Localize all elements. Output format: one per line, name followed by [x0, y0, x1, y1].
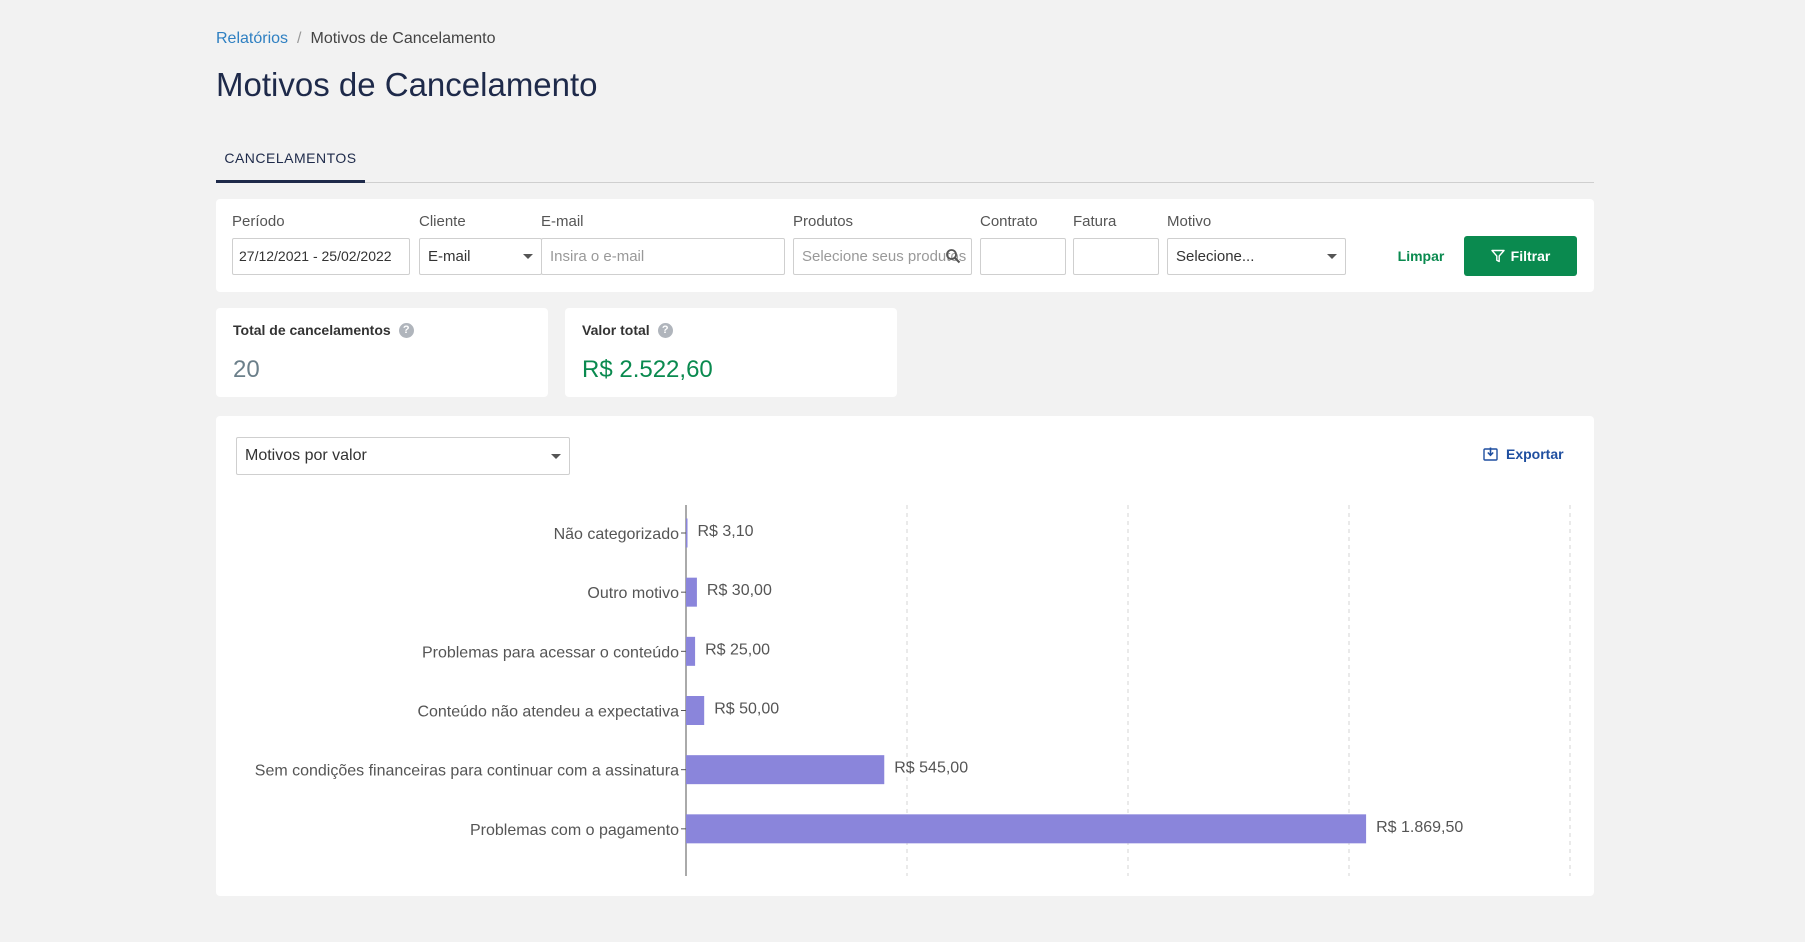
page-title: Motivos de Cancelamento [216, 66, 598, 103]
filter-button-label: Filtrar [1510, 248, 1551, 264]
filter-icon [1490, 249, 1505, 263]
bar [686, 636, 696, 666]
breadcrumb-link-relatorios[interactable]: Relatórios [216, 30, 288, 47]
metric-valor-total: Valor total ? R$ 2.522,60 [565, 308, 897, 397]
produtos-select[interactable]: Selecione seus produtos [793, 238, 972, 275]
bar [686, 696, 705, 725]
metric-total-cancelamentos: Total de cancelamentos ? 20 [216, 308, 548, 397]
category-label: Problemas com o pagamento [470, 822, 679, 839]
bar [686, 518, 688, 548]
chart-panel: Motivos por valor Exportar Não categoriz… [216, 416, 1594, 896]
help-icon[interactable]: ? [398, 322, 414, 338]
search-icon [946, 249, 961, 264]
metric-valor-label-row: Valor total ? [582, 322, 673, 338]
contrato-input[interactable] [980, 238, 1066, 275]
bar [686, 577, 697, 607]
breadcrumb-separator: / [297, 30, 302, 47]
export-icon [1483, 447, 1498, 461]
export-button[interactable]: Exportar [1483, 446, 1564, 462]
metric-total-label: Total de cancelamentos [233, 322, 391, 338]
cliente-label: Cliente [419, 213, 466, 230]
category-label: Outro motivo [587, 585, 679, 602]
category-label: Não categorizado [554, 526, 680, 543]
chevron-down-icon [551, 454, 561, 459]
produtos-label: Produtos [793, 213, 854, 230]
filter-button[interactable]: Filtrar [1464, 236, 1577, 276]
metric-valor-value: R$ 2.522,60 [582, 356, 713, 383]
bar-value-label: R$ 30,00 [707, 582, 772, 599]
produtos-placeholder: Selecione seus produtos [802, 248, 967, 265]
bar [686, 755, 885, 785]
clear-button[interactable]: Limpar [1381, 245, 1461, 267]
fatura-input[interactable] [1073, 238, 1159, 275]
bar-chart: Não categorizado R$ 3,10 Outro motivo R$ 30… [255, 505, 1571, 876]
email-input[interactable]: Insira o e-mail [541, 238, 785, 275]
chart-mode-select[interactable]: Motivos por valor [236, 437, 570, 475]
help-icon[interactable]: ? [657, 322, 673, 338]
cliente-select[interactable]: E-mail [419, 238, 542, 275]
fatura-label: Fatura [1073, 213, 1117, 230]
breadcrumb-current: Motivos de Cancelamento [310, 30, 496, 47]
bar [686, 814, 1367, 844]
bar-value-label: R$ 1.869,50 [1376, 819, 1463, 836]
filters-panel: Período 27/12/2021 - 25/02/2022 Cliente … [216, 199, 1594, 292]
chevron-down-icon [1327, 254, 1337, 259]
chart-mode-value: Motivos por valor [245, 447, 367, 464]
cliente-select-value: E-mail [428, 248, 471, 265]
bar-value-label: R$ 25,00 [705, 641, 770, 658]
export-label: Exportar [1506, 446, 1564, 462]
breadcrumb: Relatórios / Motivos de Cancelamento [216, 30, 495, 48]
category-label: Conteúdo não atendeu a expectativa [417, 704, 679, 721]
chevron-down-icon [523, 254, 533, 259]
metric-total-value: 20 [233, 356, 260, 383]
category-label: Sem condições financeiras para continuar… [255, 763, 679, 780]
tab-cancelamentos[interactable]: CANCELAMENTOS [216, 140, 365, 183]
periodo-date-range[interactable]: 27/12/2021 - 25/02/2022 [232, 238, 410, 275]
bar-value-label: R$ 545,00 [894, 760, 968, 777]
tab-bar: CANCELAMENTOS [216, 140, 1594, 183]
bar-value-label: R$ 3,10 [698, 523, 754, 540]
category-label: Problemas para acessar o conteúdo [422, 644, 679, 661]
email-label: E-mail [541, 213, 584, 230]
bar-value-label: R$ 50,00 [714, 701, 779, 718]
motivo-select[interactable]: Selecione... [1167, 238, 1346, 275]
motivo-label: Motivo [1167, 213, 1212, 230]
periodo-label: Período [232, 213, 285, 230]
metric-total-label-row: Total de cancelamentos ? [233, 322, 414, 338]
motivo-select-value: Selecione... [1176, 248, 1255, 265]
contrato-label: Contrato [980, 213, 1038, 230]
metric-valor-label: Valor total [582, 322, 650, 338]
